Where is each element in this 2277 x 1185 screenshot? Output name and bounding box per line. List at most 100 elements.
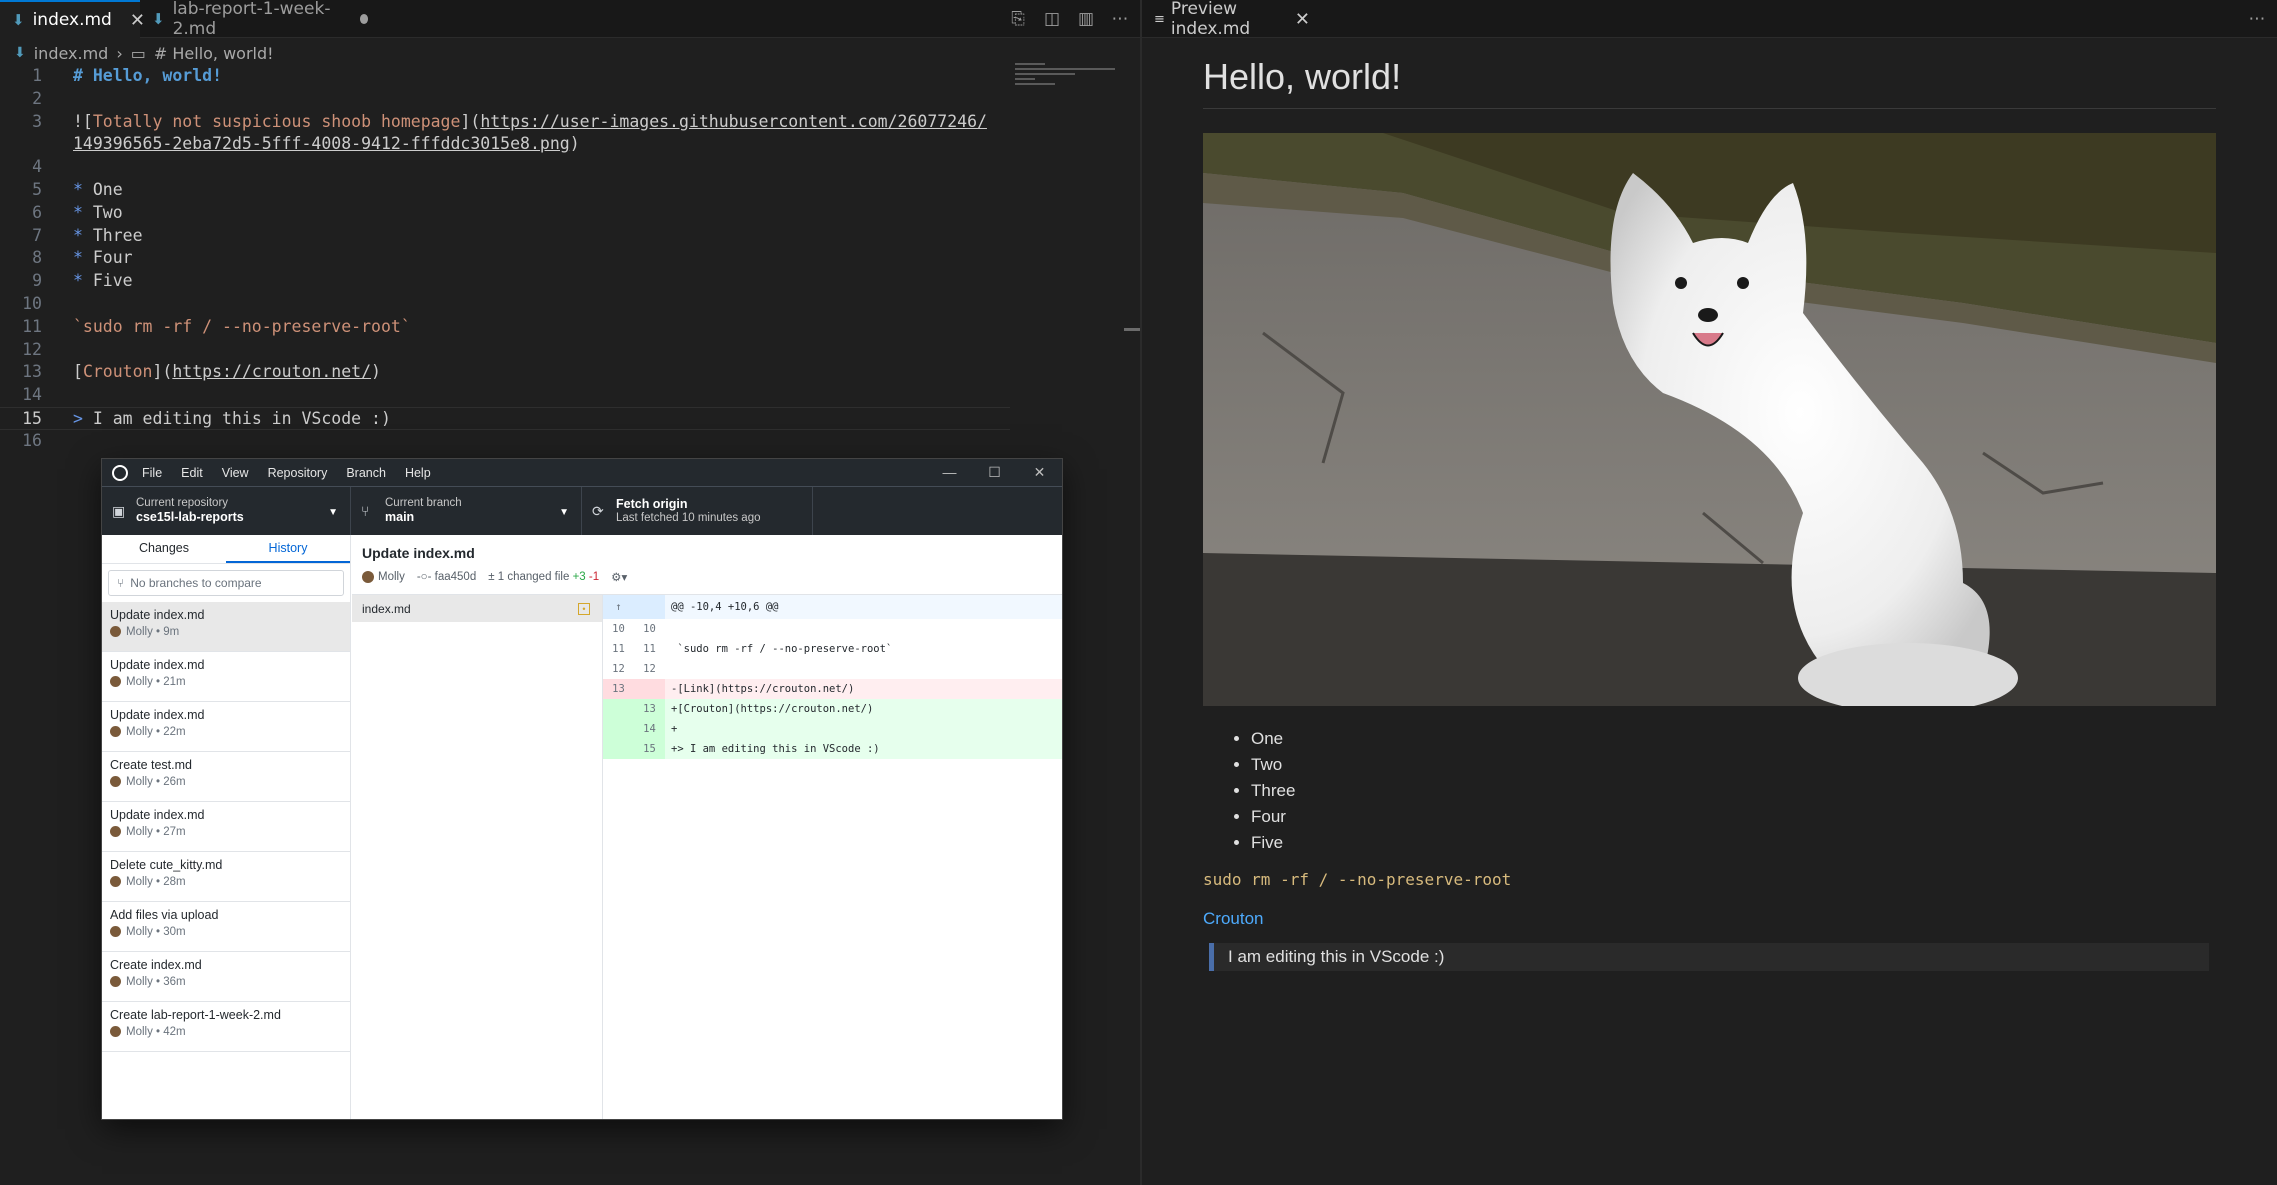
avatar xyxy=(110,1026,121,1038)
more-actions-icon[interactable]: ⋯ xyxy=(1110,9,1130,29)
changed-file-item[interactable]: index.md • xyxy=(352,595,602,622)
commit-item-title: Add files via upload xyxy=(110,908,219,922)
tab-lab-report[interactable]: ⬇ lab-report-1-week-2.md xyxy=(140,0,380,39)
code-line[interactable]: 10 xyxy=(0,293,1010,316)
menu-repository[interactable]: Repository xyxy=(268,466,328,480)
menu-view[interactable]: View xyxy=(222,466,249,480)
commit-item[interactable]: Update index.md Molly • 21m xyxy=(102,652,350,702)
diff-icon: ± xyxy=(488,571,495,583)
line-text: ![Totally not suspicious shoob homepage]… xyxy=(73,111,987,134)
new-line-number: 12 xyxy=(643,663,656,675)
md-punct: [ xyxy=(73,362,83,382)
md-link-text: Crouton xyxy=(82,362,153,382)
diff-line[interactable]: 12 12 xyxy=(603,659,1062,679)
new-line-number: 10 xyxy=(643,623,656,635)
code-line[interactable]: 4 xyxy=(0,156,1010,179)
close-icon[interactable]: ✕ xyxy=(1017,464,1062,481)
diff-line[interactable]: 10 10 xyxy=(603,619,1062,639)
open-preview-icon[interactable]: ◫ xyxy=(1042,9,1062,29)
chevron-down-icon: ▼ xyxy=(559,507,569,518)
commit-item-meta: Molly • 30m xyxy=(110,926,342,938)
line-number: 4 xyxy=(32,157,42,177)
breadcrumb-file[interactable]: index.md xyxy=(34,44,109,63)
diff-content: +[Crouton](https://crouton.net/) xyxy=(671,703,874,715)
current-repository-button[interactable]: ▣ Current repository cse15l-lab-reports … xyxy=(102,487,351,535)
commit-item-meta: Molly • 21m xyxy=(110,676,342,688)
minimap[interactable] xyxy=(1015,60,1125,100)
close-icon[interactable]: ✕ xyxy=(1295,9,1310,30)
menu-edit[interactable]: Edit xyxy=(181,466,203,480)
commit-item[interactable]: Delete cute_kitty.md Molly • 28m xyxy=(102,852,350,902)
code-line[interactable]: 15 > I am editing this in VScode :) xyxy=(0,406,1010,430)
avatar xyxy=(110,876,121,888)
code-line[interactable]: 8 * Four xyxy=(0,247,1010,270)
diff-line[interactable]: 15 +> I am editing this in VScode :) xyxy=(603,739,1062,759)
code-line[interactable]: 14 xyxy=(0,384,1010,407)
commit-item[interactable]: Create test.md Molly • 26m xyxy=(102,752,350,802)
code-line[interactable]: 12 xyxy=(0,339,1010,362)
unsaved-dot-icon[interactable] xyxy=(359,14,368,24)
commit-item[interactable]: Update index.md Molly • 27m xyxy=(102,802,350,852)
code-line[interactable]: 2 xyxy=(0,88,1010,111)
diff-line[interactable]: 14 + xyxy=(603,719,1062,739)
md-text: Five xyxy=(82,271,133,291)
md-text: Four xyxy=(82,248,133,268)
commit-item[interactable]: Create lab-report-1-week-2.md Molly • 42m xyxy=(102,1002,350,1052)
line-text: * Four xyxy=(73,247,133,270)
editor-actions: ⎘ ◫ ▥ ⋯ xyxy=(1008,0,1130,38)
minimize-icon[interactable]: — xyxy=(927,464,972,481)
line-text: * One xyxy=(73,179,123,202)
diff-content: + xyxy=(671,723,678,735)
commit-item-title: Update index.md xyxy=(110,708,205,722)
code-line[interactable]: 5 * One xyxy=(0,179,1010,202)
scrollbar[interactable] xyxy=(1124,328,1140,331)
branch-compare-input[interactable]: ⑂ No branches to compare xyxy=(108,570,344,596)
expand-up-icon[interactable]: ↑ xyxy=(615,601,621,613)
code-line[interactable]: 149396565-2eba72d5-5fff-4008-9412-fffddc… xyxy=(0,133,1010,156)
tab-history[interactable]: History xyxy=(226,535,350,563)
menu-help[interactable]: Help xyxy=(405,466,431,480)
diff-view[interactable]: ↑ @@ -10,4 +10,6 @@ 10 10 11 11 `sudo rm -rf … xyxy=(603,595,1062,1119)
gear-icon[interactable]: ⚙▾ xyxy=(611,570,627,584)
list-item: Four xyxy=(1251,804,2216,830)
commit-item[interactable]: Add files via upload Molly • 30m xyxy=(102,902,350,952)
commit-item[interactable]: Update index.md Molly • 22m xyxy=(102,702,350,752)
menu-branch[interactable]: Branch xyxy=(346,466,386,480)
diff-line[interactable]: 13 +[Crouton](https://crouton.net/) xyxy=(603,699,1062,719)
maximize-icon[interactable]: ☐ xyxy=(972,464,1017,481)
diff-line[interactable]: 13 -[Link](https://crouton.net/) xyxy=(603,679,1062,699)
code-line[interactable]: 7 * Three xyxy=(0,225,1010,248)
compare-changes-icon[interactable]: ⎘ xyxy=(1008,9,1028,29)
diff-line[interactable]: 11 11 `sudo rm -rf / --no-preserve-root` xyxy=(603,639,1062,659)
code-line[interactable]: 6 * Two xyxy=(0,202,1010,225)
avatar xyxy=(110,726,121,738)
code-line[interactable]: 3 ![Totally not suspicious shoob homepage… xyxy=(0,111,1010,134)
tab-label: index.md xyxy=(32,10,112,30)
code-line[interactable]: 11 `sudo rm -rf / --no-preserve-root` xyxy=(0,316,1010,339)
code-line[interactable]: 1 # Hello, world! xyxy=(0,65,1010,88)
code-line[interactable]: 9 * Five xyxy=(0,270,1010,293)
line-text: [Crouton](https://crouton.net/) xyxy=(73,361,381,384)
diff-line[interactable]: ↑ @@ -10,4 +10,6 @@ xyxy=(603,595,1062,619)
commit-item[interactable]: Update index.md Molly • 9m xyxy=(102,602,350,652)
tab-changes[interactable]: Changes xyxy=(102,535,226,563)
new-line-number: 11 xyxy=(643,643,656,655)
split-editor-icon[interactable]: ▥ xyxy=(1076,9,1096,29)
tab-index-md[interactable]: ⬇ index.md ✕ xyxy=(0,0,145,38)
more-actions-icon[interactable]: ⋯ xyxy=(2247,9,2267,29)
commit-meta-text: Molly • 26m xyxy=(126,776,186,788)
code-editor[interactable]: 1 # Hello, world! 2 3 ![Totally not suspicio… xyxy=(0,65,1010,453)
breadcrumb-symbol[interactable]: # Hello, world! xyxy=(154,44,274,63)
menu-file[interactable]: File xyxy=(142,466,162,480)
preview-link-crouton[interactable]: Crouton xyxy=(1203,909,2216,929)
fetch-origin-button[interactable]: ⟳ Fetch origin Last fetched 10 minutes a… xyxy=(582,487,813,535)
md-punct: ) xyxy=(569,134,580,154)
commit-item[interactable]: Create index.md Molly • 36m xyxy=(102,952,350,1002)
commit-meta: Molly -○- faa450d ± 1 changed file +3 -1… xyxy=(362,570,1052,584)
code-line[interactable]: 16 xyxy=(0,430,1010,453)
commit-sha[interactable]: -○- faa450d xyxy=(417,571,476,583)
code-line[interactable]: 13 [Crouton](https://crouton.net/) xyxy=(0,361,1010,384)
current-branch-button[interactable]: ⑂ Current branch main ▼ xyxy=(351,487,582,535)
tab-preview[interactable]: ≡ Preview index.md ✕ xyxy=(1142,0,1322,39)
changed-file-list: index.md • xyxy=(352,595,603,1119)
